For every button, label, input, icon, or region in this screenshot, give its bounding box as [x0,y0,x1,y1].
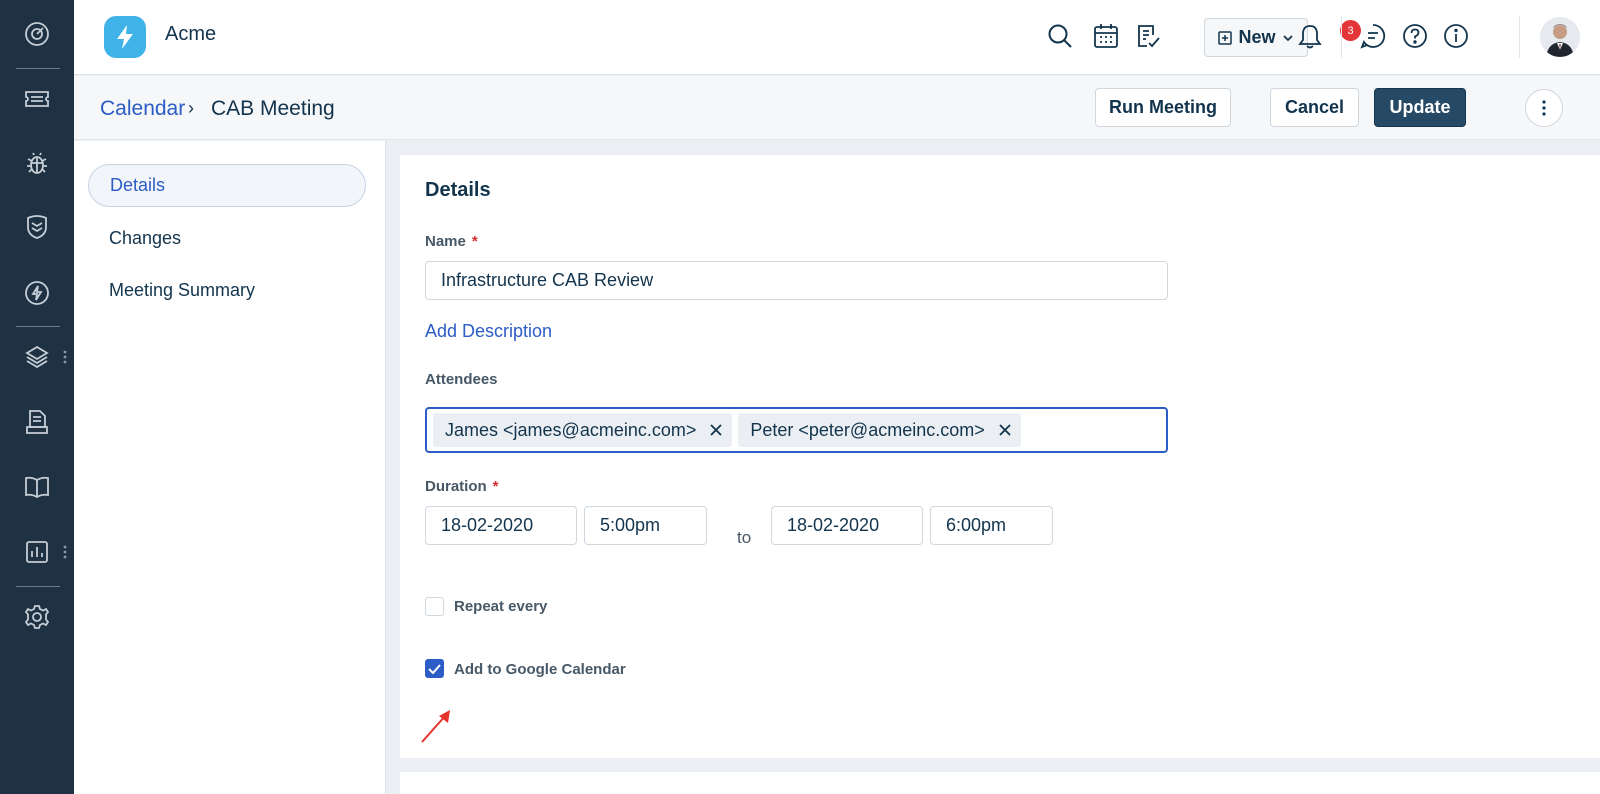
name-label: Name * [425,233,478,250]
name-input[interactable]: Infrastructure CAB Review [425,261,1168,300]
new-button-label: New [1238,27,1276,47]
book-icon[interactable] [22,472,52,502]
repeat-label: Repeat every [454,598,548,615]
close-icon[interactable] [710,424,722,436]
topbar-divider [1519,16,1520,58]
section-heading: Details [425,179,491,201]
kebab-menu-icon [1542,100,1546,116]
breadcrumb-separator: › [188,98,194,118]
settings-icon[interactable] [22,602,52,632]
info-icon[interactable] [1440,20,1472,52]
analytics-icon[interactable] [22,537,52,567]
breadcrumb-calendar-link[interactable]: Calendar [100,97,185,121]
end-date-input[interactable]: 18-02-2020 [771,506,923,545]
google-calendar-checkbox[interactable] [425,659,444,678]
bug-icon[interactable] [22,148,52,178]
new-button[interactable]: New [1204,18,1308,57]
bell-icon[interactable] [1294,20,1326,52]
next-panel [400,772,1600,794]
attendee-chip: James <james@acmeinc.com> [433,413,733,447]
repeat-checkbox[interactable] [425,597,444,616]
page-header: Calendar › CAB Meeting Run Meeting Cance… [74,76,1600,140]
nav-item-meeting-summary[interactable]: Meeting Summary [88,269,366,312]
start-date-input[interactable]: 18-02-2020 [425,506,577,545]
required-mark: * [492,478,499,495]
attendee-chip: Peter <peter@acmeinc.com> [738,413,1021,447]
cancel-button[interactable]: Cancel [1270,88,1359,127]
attendees-input[interactable]: James <james@acmeinc.com> Peter <peter@a… [425,407,1168,453]
ticket-icon[interactable] [22,84,52,114]
plus-square-icon [1218,30,1233,45]
lightning-icon[interactable] [22,278,52,308]
topbar-divider [1341,16,1342,58]
top-bar: Acme New 3 [74,0,1600,75]
chevron-down-icon [1282,34,1293,41]
more-actions-button[interactable] [1525,89,1563,127]
required-mark: * [471,233,478,250]
left-rail [0,0,74,794]
rail-divider [16,68,60,69]
name-label-text: Name [425,233,466,250]
layers-icon[interactable] [22,342,52,372]
document-icon[interactable] [22,407,52,437]
end-time-input[interactable]: 6:00pm [930,506,1053,545]
duration-label-text: Duration [425,478,487,495]
calendar-icon[interactable] [1090,20,1122,52]
duration-label: Duration * [425,478,499,495]
dashboard-icon[interactable] [22,19,52,49]
app-logo[interactable] [104,16,146,58]
google-calendar-label: Add to Google Calendar [454,661,626,678]
checkmark-icon [428,663,441,674]
chat-icon[interactable] [1357,20,1389,52]
run-meeting-button[interactable]: Run Meeting [1095,88,1231,127]
nav-item-details[interactable]: Details [88,164,366,207]
search-icon[interactable] [1044,20,1076,52]
page-title: CAB Meeting [211,97,335,120]
annotation-arrow-icon [421,710,450,743]
shield-icon[interactable] [22,212,52,242]
nav-item-changes[interactable]: Changes [88,217,366,260]
attendee-chip-label: James <james@acmeinc.com> [445,419,697,440]
more-dots-icon[interactable] [62,350,68,364]
attendee-chip-label: Peter <peter@acmeinc.com> [750,419,985,440]
details-form: Details Name * Infrastructure CAB Review … [400,155,1600,758]
rail-divider [16,326,60,327]
update-button[interactable]: Update [1374,88,1466,127]
app-name: Acme [165,23,217,45]
add-description-link[interactable]: Add Description [425,321,552,342]
close-icon[interactable] [999,424,1011,436]
avatar[interactable] [1540,17,1580,57]
section-nav: Details Changes Meeting Summary [74,141,386,794]
help-icon[interactable] [1399,20,1431,52]
rail-divider [16,586,60,587]
duration-to-label: to [737,528,752,547]
start-time-input[interactable]: 5:00pm [584,506,707,545]
checklist-icon[interactable] [1132,20,1164,52]
attendees-label: Attendees [425,371,498,388]
more-dots-icon[interactable] [62,545,68,559]
